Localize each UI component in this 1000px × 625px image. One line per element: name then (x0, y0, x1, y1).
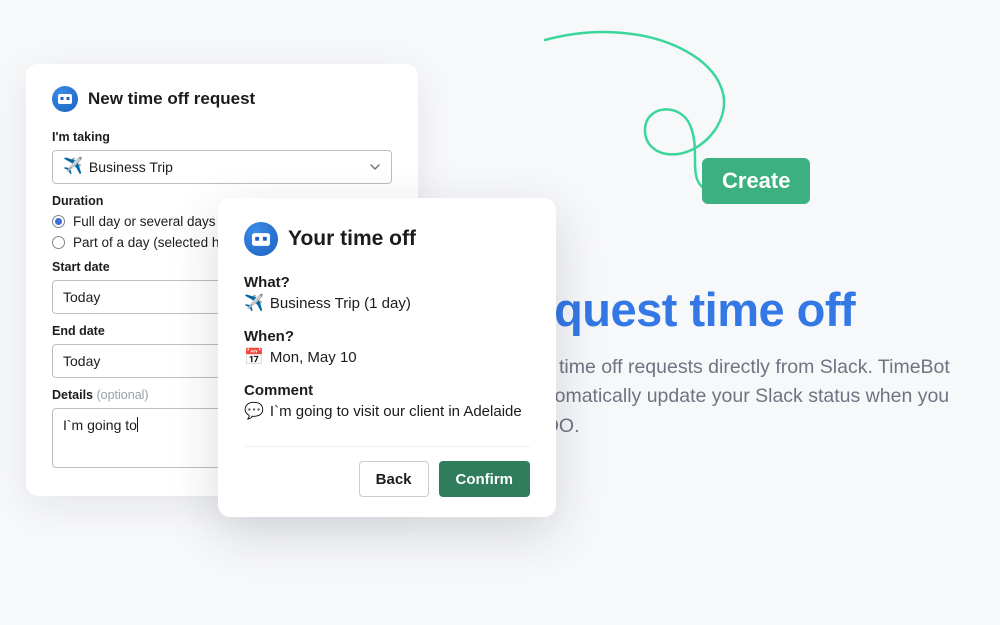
end-date-value: Today (63, 353, 100, 369)
duration-option-full-label: Full day or several days (73, 214, 216, 229)
comment-value: I`m going to visit our client in Adelaid… (270, 403, 522, 420)
request-card-title: New time off request (88, 89, 255, 109)
details-value: I`m going to (63, 417, 137, 433)
what-value-row: ✈️ Business Trip (1 day) (244, 295, 530, 312)
what-label: What? (244, 274, 530, 291)
calendar-icon: 📅 (244, 350, 264, 366)
when-value-row: 📅 Mon, May 10 (244, 349, 530, 366)
speech-bubble-icon: 💬 (244, 404, 264, 420)
details-optional-hint: (optional) (96, 388, 148, 402)
when-value: Mon, May 10 (270, 349, 357, 366)
bot-icon (244, 222, 278, 256)
type-select-value: Business Trip (89, 159, 173, 175)
marketing-subtext: Create time off requests directly from S… (495, 353, 965, 441)
type-label: I'm taking (52, 130, 392, 144)
when-label: When? (244, 328, 530, 345)
comment-value-row: 💬 I`m going to visit our client in Adela… (244, 403, 530, 420)
airplane-icon: ✈️ (244, 296, 264, 312)
confirm-actions: Back Confirm (244, 446, 530, 497)
confirm-card-header: Your time off (244, 222, 530, 256)
confirm-card-title: Your time off (288, 227, 416, 251)
bot-icon (52, 86, 78, 112)
radio-icon (52, 215, 65, 228)
comment-label: Comment (244, 382, 530, 399)
confirm-card: Your time off What? ✈️ Business Trip (1 … (218, 198, 556, 517)
back-button[interactable]: Back (359, 461, 429, 497)
what-value: Business Trip (1 day) (270, 295, 411, 312)
request-card-header: New time off request (52, 86, 392, 112)
type-select[interactable]: ✈️ Business Trip (52, 150, 392, 184)
text-caret (137, 417, 138, 432)
airplane-icon: ✈️ (63, 159, 83, 175)
create-badge: Create (702, 158, 810, 204)
start-date-value: Today (63, 289, 100, 305)
confirm-button[interactable]: Confirm (439, 461, 531, 497)
chevron-down-icon (369, 161, 381, 173)
radio-icon (52, 236, 65, 249)
